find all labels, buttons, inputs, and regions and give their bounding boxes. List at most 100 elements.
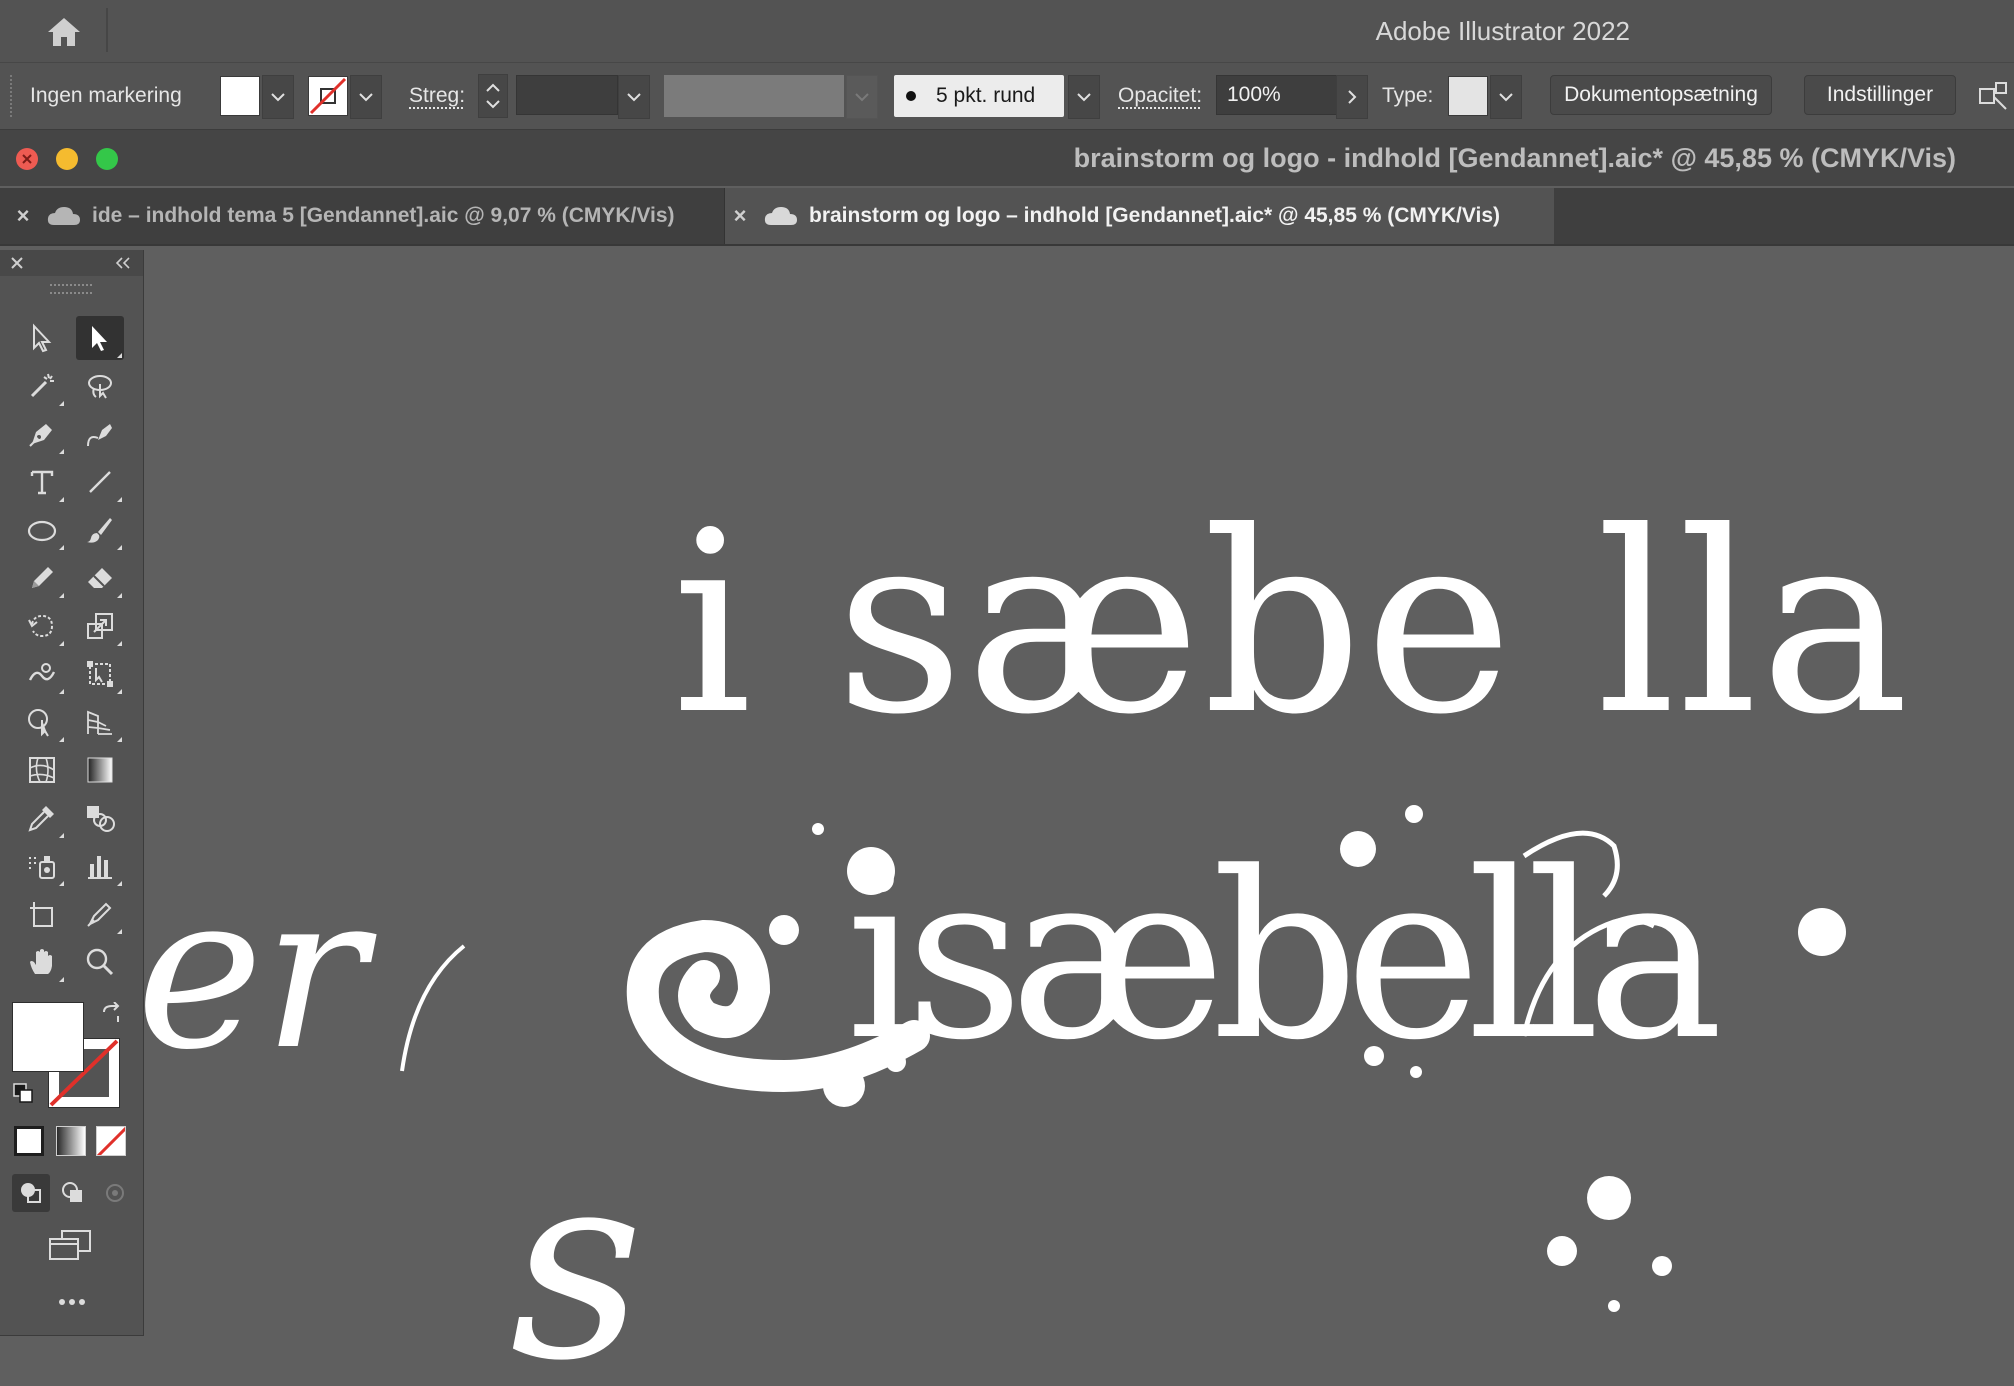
artboard-canvas[interactable]: i sæbe lla isæbella er s [144, 246, 2014, 1386]
free-transform-tool[interactable] [76, 652, 124, 696]
variable-width-profile[interactable] [664, 75, 844, 117]
decorative-dot[interactable] [812, 823, 824, 835]
perspective-grid-tool[interactable] [76, 700, 124, 744]
graphic-style-swatch[interactable] [1448, 75, 1488, 117]
warp-tool[interactable] [18, 652, 66, 696]
preferences-button[interactable]: Indstillinger [1804, 75, 1956, 115]
none-mode-button[interactable] [96, 1126, 126, 1156]
minimize-window-button[interactable] [56, 148, 78, 170]
edit-toolbar-button[interactable] [50, 1290, 94, 1314]
close-icon [22, 154, 32, 164]
pen-tool[interactable] [18, 412, 66, 456]
brush-dropdown[interactable] [1068, 75, 1100, 119]
opacity-label[interactable]: Opacitet: [1118, 75, 1202, 117]
direct-selection-tool[interactable] [76, 316, 124, 360]
stroke-weight-dropdown[interactable] [618, 75, 650, 119]
slice-tool[interactable] [76, 892, 124, 936]
pencil-tool[interactable] [18, 556, 66, 600]
panel-grip[interactable] [50, 284, 92, 294]
artboard-tool[interactable] [18, 892, 66, 936]
ellipse-tool[interactable] [18, 508, 66, 552]
line-segment-tool[interactable] [76, 460, 124, 504]
decorative-dot[interactable] [1547, 1236, 1577, 1266]
lasso-tool[interactable] [76, 364, 124, 408]
decorative-dot[interactable] [1410, 1066, 1422, 1078]
curvature-tool[interactable] [76, 412, 124, 456]
decorative-dot[interactable] [769, 915, 799, 945]
type-tool[interactable] [18, 460, 66, 504]
chevron-down-icon [1499, 93, 1513, 102]
draw-inside-button[interactable] [96, 1174, 134, 1212]
blend-tool[interactable] [76, 796, 124, 840]
decorative-dot[interactable] [1587, 1176, 1631, 1220]
decorative-dot[interactable] [1340, 831, 1376, 867]
gradient-mode-button[interactable] [56, 1126, 86, 1156]
swap-fill-stroke-icon[interactable] [100, 1002, 124, 1026]
zoom-tool[interactable] [76, 940, 124, 984]
tab-brainstorm-og-logo[interactable]: × brainstorm og logo – indhold [Gendanne… [724, 188, 1554, 244]
artwork-text-isaebella-logo[interactable]: isæbella [846, 824, 1731, 1091]
decorative-dot[interactable] [823, 1065, 865, 1107]
decorative-dot[interactable] [1364, 1046, 1384, 1066]
stroke-label[interactable]: Streg: [409, 75, 465, 117]
chevron-down-icon [359, 93, 373, 102]
mesh-tool[interactable] [18, 748, 66, 792]
stroke-weight-field[interactable] [516, 75, 618, 115]
decorative-dot[interactable] [886, 1052, 906, 1072]
transform-button[interactable] [1976, 75, 2010, 117]
rotate-icon [28, 614, 54, 638]
draw-normal-button[interactable] [12, 1174, 50, 1212]
opacity-expand[interactable] [1336, 75, 1368, 119]
decorative-dot[interactable] [1608, 1300, 1620, 1312]
decorative-dot[interactable] [1405, 805, 1423, 823]
home-button[interactable] [40, 14, 88, 50]
selection-tool[interactable] [18, 316, 66, 360]
draw-behind-button[interactable] [54, 1174, 92, 1212]
magic-wand-tool[interactable] [18, 364, 66, 408]
tab-close-icon[interactable]: × [8, 203, 38, 229]
decorative-dot[interactable] [1798, 908, 1846, 956]
gradient-tool[interactable] [76, 748, 124, 792]
screen-mode-button[interactable] [46, 1226, 94, 1266]
eraser-tool[interactable] [76, 556, 124, 600]
application-bar: Adobe Illustrator 2022 [0, 0, 2014, 62]
symbol-sprayer-tool[interactable] [18, 844, 66, 888]
close-panel-icon[interactable] [10, 256, 24, 270]
fill-swatch[interactable] [220, 75, 260, 117]
brush-definition[interactable]: 5 pkt. rund [894, 75, 1064, 117]
stepper-icon [478, 74, 508, 118]
hand-tool[interactable] [18, 940, 66, 984]
collapse-panel-icon[interactable] [115, 257, 131, 269]
tab-close-icon[interactable]: × [725, 203, 755, 229]
close-window-button[interactable] [16, 148, 38, 170]
color-mode-button[interactable] [14, 1126, 44, 1156]
decorative-dot[interactable] [1652, 1256, 1672, 1276]
artwork-text-isaebella-spaced[interactable]: i sæbe lla [672, 478, 1911, 769]
fill-color-box-front[interactable] [12, 1002, 84, 1072]
graphic-style-dropdown[interactable] [1490, 75, 1522, 119]
fill-dropdown[interactable] [262, 75, 294, 119]
column-graph-tool[interactable] [76, 844, 124, 888]
tab-ide-indhold[interactable]: × ide – indhold tema 5 [Gendannet].aic @… [8, 188, 720, 244]
none-stroke-icon [309, 77, 347, 115]
scale-tool[interactable] [76, 604, 124, 648]
document-setup-button[interactable]: Dokumentopsætning [1550, 75, 1772, 115]
stroke-weight-stepper[interactable] [478, 74, 508, 118]
panel-grip[interactable] [10, 75, 16, 117]
draw-behind-icon [62, 1182, 82, 1202]
width-profile-dropdown[interactable] [846, 75, 878, 119]
tools-panel [0, 250, 144, 1336]
artwork-text-fragment-s[interactable]: s [510, 1116, 643, 1386]
decorative-dot[interactable] [847, 847, 895, 895]
artwork-text-fragment-er[interactable]: er [144, 846, 377, 1097]
stroke-swatch[interactable] [308, 75, 348, 117]
rotate-tool[interactable] [18, 604, 66, 648]
zoom-window-button[interactable] [96, 148, 118, 170]
opacity-field[interactable]: 100% [1216, 75, 1340, 115]
default-fill-stroke-icon[interactable] [12, 1082, 36, 1106]
stroke-dropdown[interactable] [350, 75, 382, 119]
fragment-swash[interactable] [400, 944, 466, 1072]
eyedropper-tool[interactable] [18, 796, 66, 840]
paintbrush-tool[interactable] [76, 508, 124, 552]
shape-builder-tool[interactable] [18, 700, 66, 744]
